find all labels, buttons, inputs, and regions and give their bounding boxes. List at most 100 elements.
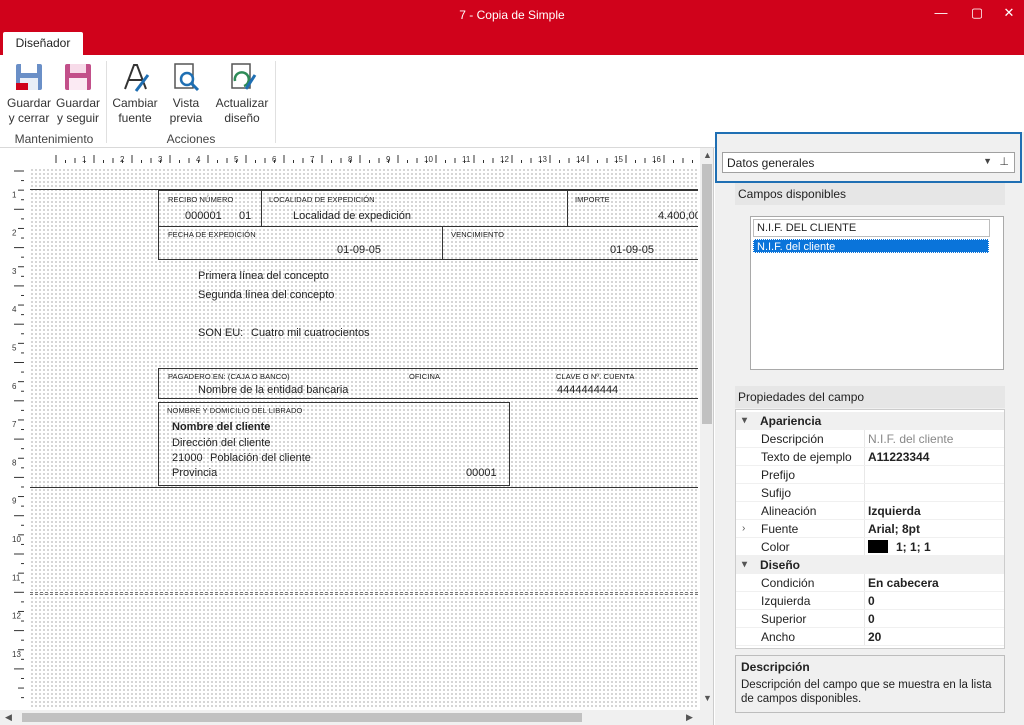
prop-row[interactable]: Alineación Izquierda (736, 502, 1004, 520)
localidad-label: LOCALIDAD DE EXPEDICIÓN (269, 195, 375, 204)
cliente-cp-field[interactable]: 21000 (172, 452, 203, 464)
close-icon[interactable]: ✕ (992, 0, 1024, 26)
ruler-number: 8 (12, 458, 17, 467)
cambiar-fuente-button[interactable]: Cambiar fuente (111, 61, 159, 126)
importe-field[interactable]: 4.400,00 (658, 210, 698, 222)
cuenta-field[interactable]: 4444444444 (557, 384, 618, 396)
ruler-number: 4 (12, 305, 17, 314)
cliente-codigo-field[interactable]: 00001 (466, 467, 497, 479)
refresh-design-icon (231, 63, 257, 90)
ribbon-tabs: Diseñador (0, 30, 1024, 55)
son-label: SON EU: (198, 327, 244, 339)
guardar-seguir-button[interactable]: Guardar y seguir (55, 61, 101, 126)
vencimiento-label: VENCIMIENTO (451, 230, 505, 239)
cliente-nombre-field[interactable]: Nombre del cliente (172, 421, 270, 433)
ruler-number: 3 (12, 267, 17, 276)
vista-previa-button[interactable]: Vista previa (164, 61, 208, 126)
prop-row[interactable]: Superior 0 (736, 610, 1004, 628)
entidad-field[interactable]: Nombre de la entidad bancaria (198, 384, 348, 396)
campos-search-input[interactable]: N.I.F. DEL CLIENTE (753, 219, 990, 237)
vista-previa-line2: previa (169, 111, 203, 125)
ruler-number: 5 (12, 344, 17, 353)
ruler-number: 8 (348, 155, 353, 164)
ruler-number: 10 (12, 535, 21, 544)
prop-row[interactable]: Texto de ejemplo A11223344 (736, 448, 1004, 466)
ruler-number: 7 (12, 420, 17, 429)
ruler-number: 5 (234, 155, 239, 164)
design-canvas[interactable]: RECIBO NÚMERO 000001 01 LOCALIDAD DE EXP… (30, 168, 698, 708)
group-mantenimiento: Mantenimiento (14, 132, 94, 146)
actualizar-diseno-button[interactable]: Actualizar diseño (214, 61, 270, 126)
ruler-number: 10 (424, 155, 433, 164)
ruler-number: 2 (120, 155, 125, 164)
cambiar-fuente-line2: fuente (118, 111, 152, 125)
prop-row[interactable]: Condición En cabecera (736, 574, 1004, 592)
ruler-number: 11 (462, 155, 471, 164)
font-icon (124, 64, 150, 92)
recibo-serie-field[interactable]: 01 (239, 210, 251, 222)
ruler-number: 14 (576, 155, 585, 164)
category-diseno[interactable]: ▾ Diseño (736, 556, 1004, 574)
page-break-line (30, 594, 698, 595)
ruler-number: 12 (500, 155, 509, 164)
recibo-numero-label: RECIBO NÚMERO (168, 195, 234, 204)
prop-row[interactable]: Izquierda 0 (736, 592, 1004, 610)
chevron-right-icon[interactable]: › (742, 520, 745, 538)
guardar-cerrar-button[interactable]: Guardar y cerrar (6, 61, 52, 126)
ruler-number: 6 (12, 382, 17, 391)
tab-disenador[interactable]: Diseñador (3, 32, 83, 55)
importe-label: IMPORTE (575, 195, 610, 204)
category-apariencia[interactable]: ▾ Apariencia (736, 412, 1004, 430)
vencimiento-field[interactable]: 01-09-05 (610, 244, 654, 256)
combo-focus-frame: Datos generales ▼ ⊥ (715, 132, 1022, 183)
scroll-thumb[interactable] (22, 713, 582, 722)
guardar-cerrar-line2: y cerrar (8, 111, 50, 125)
ruler-number: 6 (272, 155, 277, 164)
minimize-icon[interactable]: — (924, 0, 958, 26)
campos-disponibles-header: Campos disponibles (735, 183, 1005, 205)
prop-row[interactable]: Color 1; 1; 1 (736, 538, 1004, 556)
ruler-number: 12 (12, 612, 21, 621)
clave-cuenta-label: CLAVE O Nº. CUENTA (556, 372, 635, 381)
prop-row[interactable]: Descripción N.I.F. del cliente (736, 430, 1004, 448)
pin-icon[interactable]: ⊥ (999, 155, 1009, 168)
cliente-direccion-field[interactable]: Dirección del cliente (172, 437, 270, 449)
prop-row[interactable]: › Fuente Arial; 8pt (736, 520, 1004, 538)
chevron-down-icon[interactable]: ▼ (983, 156, 992, 166)
scroll-up-icon[interactable]: ▲ (703, 150, 712, 160)
campos-list[interactable]: N.I.F. DEL CLIENTE N.I.F. del cliente (750, 216, 1004, 370)
scroll-thumb[interactable] (702, 164, 712, 424)
fecha-field[interactable]: 01-09-05 (337, 244, 381, 256)
vertical-scrollbar[interactable]: ▲ ▼ (700, 148, 713, 725)
cliente-provincia-field[interactable]: Provincia (172, 467, 217, 479)
save-icon (65, 64, 91, 90)
list-item-selected[interactable]: N.I.F. del cliente (753, 239, 989, 253)
cambiar-fuente-line1: Cambiar (112, 96, 158, 110)
property-grid: ▾ Apariencia Descripción N.I.F. del clie… (735, 409, 1005, 649)
propiedades-header: Propiedades del campo (735, 386, 1005, 408)
vista-previa-line1: Vista (172, 96, 200, 110)
prop-row[interactable]: Ancho 20 (736, 628, 1004, 646)
maximize-icon[interactable]: ▢ (960, 0, 994, 26)
collapse-icon[interactable]: ▾ (742, 556, 747, 574)
son-field[interactable]: Cuatro mil cuatrocientos (251, 327, 370, 339)
localidad-field[interactable]: Localidad de expedición (293, 210, 411, 222)
collapse-icon[interactable]: ▾ (742, 412, 747, 430)
cliente-poblacion-field[interactable]: Población del cliente (210, 452, 311, 464)
data-source-combo[interactable]: Datos generales ▼ ⊥ (722, 152, 1015, 173)
prop-row[interactable]: Prefijo (736, 466, 1004, 484)
save-close-icon (16, 64, 42, 90)
recibo-numero-field[interactable]: 000001 (185, 210, 222, 222)
horizontal-scrollbar[interactable]: ◀ ▶ (0, 710, 700, 725)
fecha-label: FECHA DE EXPEDICIÓN (168, 230, 256, 239)
ruler-number: 13 (538, 155, 547, 164)
prop-row[interactable]: Sufijo (736, 484, 1004, 502)
scroll-right-icon[interactable]: ▶ (686, 712, 693, 723)
ruler-number: 13 (12, 650, 21, 659)
scroll-down-icon[interactable]: ▼ (703, 693, 712, 703)
ruler-number: 15 (614, 155, 623, 164)
scroll-left-icon[interactable]: ◀ (5, 712, 12, 723)
concepto-line-1[interactable]: Primera línea del concepto (198, 270, 329, 282)
ruler-number: 1 (82, 155, 87, 164)
concepto-line-2[interactable]: Segunda línea del concepto (198, 289, 334, 301)
